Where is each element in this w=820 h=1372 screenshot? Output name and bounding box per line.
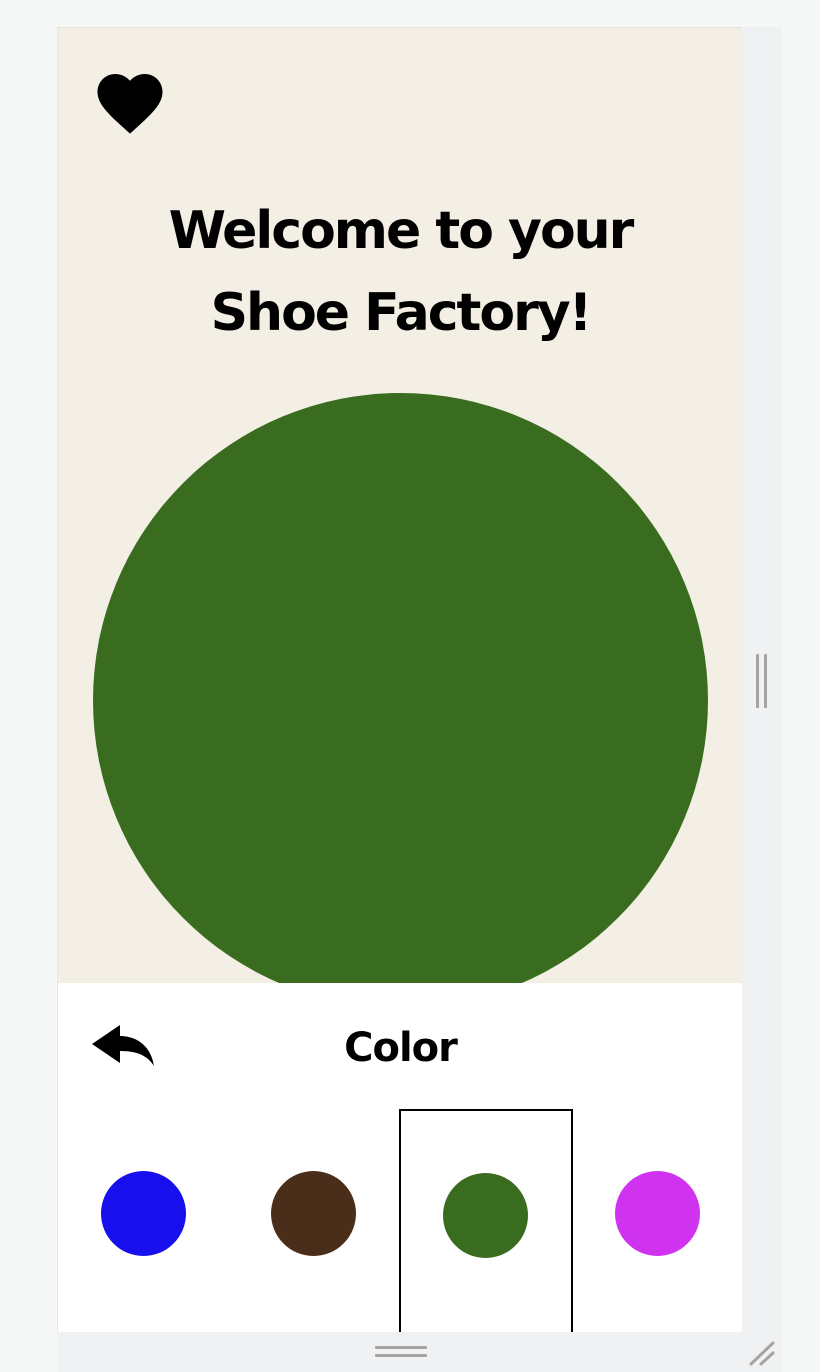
- shoe-color-preview: [93, 393, 708, 1008]
- color-swatch-blue[interactable]: [101, 1171, 186, 1256]
- horizontal-resize-handle[interactable]: [375, 1346, 427, 1360]
- welcome-title-line-2: Shoe Factory!: [210, 283, 593, 343]
- vertical-resize-handle[interactable]: [756, 654, 768, 708]
- welcome-title-line-1: Welcome to your: [168, 201, 635, 261]
- color-swatch-magenta[interactable]: [615, 1171, 700, 1256]
- welcome-title: Welcome to your Shoe Factory!: [58, 190, 743, 354]
- color-swatch-brown[interactable]: [271, 1171, 356, 1256]
- customizer-panel: Color: [58, 983, 743, 1333]
- heart-icon[interactable]: [91, 64, 169, 136]
- corner-resize-grip-icon[interactable]: [748, 1340, 776, 1366]
- hero-section: Welcome to your Shoe Factory!: [58, 28, 743, 1008]
- panel-title: Color: [344, 1025, 458, 1071]
- color-swatch-green[interactable]: [443, 1173, 528, 1258]
- device-frame: Welcome to your Shoe Factory! Color: [57, 27, 743, 1333]
